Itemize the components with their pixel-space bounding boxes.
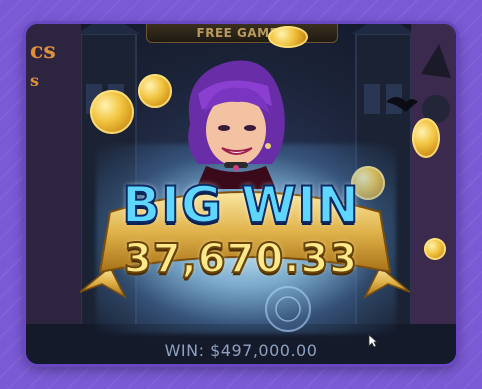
total-win-label: WIN: $497,000.00 xyxy=(164,341,318,360)
top-banner: FREE GAMES xyxy=(146,24,338,43)
big-win-headline: BIG WIN xyxy=(121,175,360,235)
svg-text:s: s xyxy=(30,71,39,90)
gold-coin-icon xyxy=(138,74,172,108)
witch-character xyxy=(188,60,285,189)
moon-coin-icon xyxy=(90,90,134,134)
win-amount: 37,670.33 xyxy=(123,235,359,283)
gold-coin-icon xyxy=(412,118,440,158)
gold-coin-icon xyxy=(268,26,308,48)
svg-text:cs: cs xyxy=(30,38,56,64)
